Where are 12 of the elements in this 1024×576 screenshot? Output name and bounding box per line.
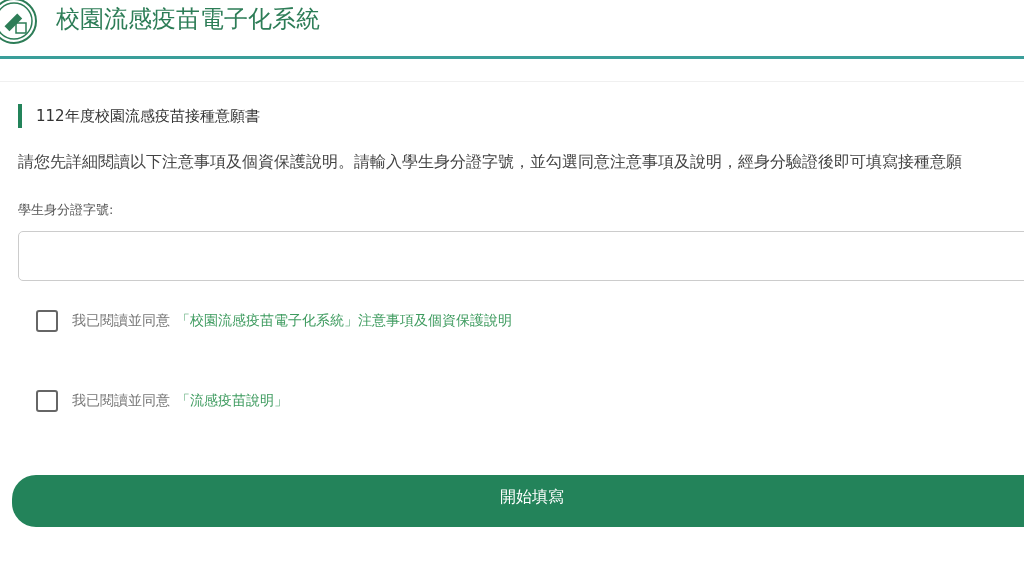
agreement-link[interactable]: 「流感疫苗說明」 (176, 392, 288, 410)
section-heading: 112年度校園流感疫苗接種意願書 (18, 104, 1024, 128)
agreement-text: 我已閱讀並同意 (72, 392, 170, 410)
site-title: 校園流感疫苗電子化系統 (56, 4, 320, 35)
start-button[interactable]: 開始填寫 (12, 475, 1024, 527)
agreement-text: 我已閱讀並同意 (72, 312, 170, 330)
agreement-link[interactable]: 「校園流感疫苗電子化系統」注意事項及個資保護說明 (176, 312, 512, 330)
id-field-label: 學生身分證字號: (18, 201, 115, 219)
checkbox[interactable] (36, 390, 58, 412)
instructions-text: 請您先詳細閱讀以下注意事項及個資保護說明。請輸入學生身分證字號，並勾選同意注意事項及說明，經身分驗證後即可填寫接種意願 (18, 152, 963, 173)
id-input-field[interactable] (18, 231, 1024, 281)
checkbox[interactable] (36, 310, 58, 332)
